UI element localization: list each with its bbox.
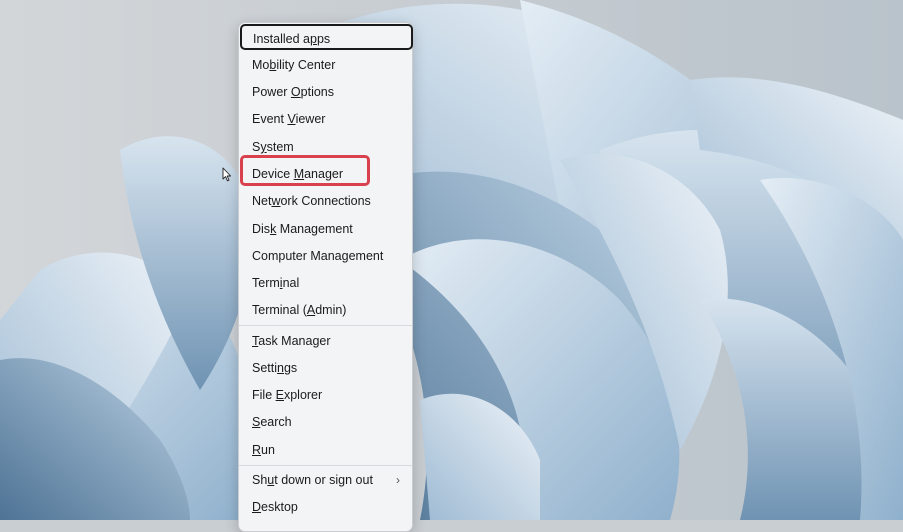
menu-item-run[interactable]: Run <box>239 438 412 463</box>
menu-item-network-connections[interactable]: Network Connections <box>239 189 412 214</box>
menu-item-power-options[interactable]: Power Options <box>239 80 412 105</box>
mouse-pointer-icon <box>222 167 232 182</box>
chevron-right-icon: › <box>396 473 400 487</box>
menu-item-disk-management[interactable]: Disk Management <box>239 217 412 242</box>
winx-context-menu: Installed apps Mobility Center Power Opt… <box>238 22 413 532</box>
menu-item-task-manager[interactable]: Task Manager <box>239 329 412 354</box>
desktop-wallpaper <box>0 0 903 520</box>
menu-item-device-manager[interactable]: Device Manager <box>239 162 412 187</box>
menu-item-installed-apps[interactable]: Installed apps <box>240 24 413 50</box>
menu-item-shut-down-or-sign-out[interactable]: Shut down or sign out › <box>239 468 412 493</box>
menu-item-system[interactable]: System <box>239 135 412 160</box>
menu-item-event-viewer[interactable]: Event Viewer <box>239 107 412 132</box>
menu-item-desktop[interactable]: Desktop <box>239 495 412 520</box>
menu-item-computer-management[interactable]: Computer Management <box>239 244 412 269</box>
menu-item-terminal-admin[interactable]: Terminal (Admin) <box>239 298 412 323</box>
menu-item-file-explorer[interactable]: File Explorer <box>239 383 412 408</box>
menu-item-mobility-center[interactable]: Mobility Center <box>239 53 412 78</box>
menu-item-terminal[interactable]: Terminal <box>239 271 412 296</box>
menu-item-search[interactable]: Search <box>239 410 412 435</box>
menu-item-settings[interactable]: Settings <box>239 356 412 381</box>
menu-separator <box>239 465 412 466</box>
menu-separator <box>239 325 412 326</box>
